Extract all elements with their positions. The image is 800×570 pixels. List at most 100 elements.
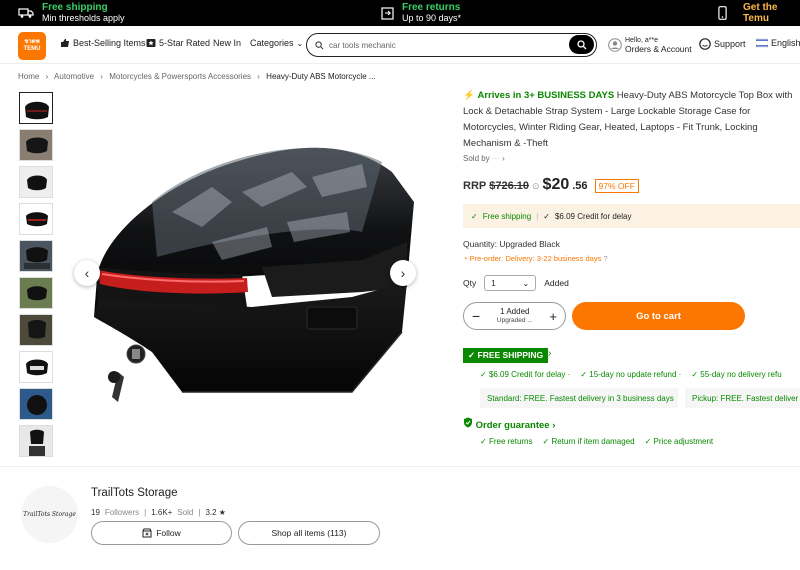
sold-by[interactable]: Sold by ··· › <box>463 154 505 163</box>
store-logo-text: TrailTots Storage <box>23 511 76 518</box>
quantity-variant[interactable]: Quantity: Upgraded Black <box>463 239 560 249</box>
guarantee-text: Return if item damaged <box>551 437 635 446</box>
free-shipping-promo[interactable]: Free shipping Min thresholds apply <box>18 0 125 26</box>
chevron-right-icon: › <box>400 265 406 281</box>
guarantee-item: ✓ Return if item damaged <box>543 437 635 446</box>
check-icon: ✓ <box>468 350 476 360</box>
divider <box>0 466 800 467</box>
thumbnail[interactable] <box>19 277 53 309</box>
product-title-block: ⚡ Arrives in 3+ BUSINESS DAYS Heavy-Duty… <box>463 88 793 152</box>
store-logo[interactable]: TrailTots Storage <box>21 486 78 543</box>
breadcrumb-automotive[interactable]: Automotive <box>54 72 94 81</box>
increment-button[interactable]: + <box>549 309 557 324</box>
thumbs-up-icon <box>61 39 69 47</box>
perk-text: 55-day no delivery refu <box>700 370 782 379</box>
perk-item: ✓ $6.09 Credit for delay · <box>480 370 571 379</box>
follow-button[interactable]: Follow <box>91 521 232 545</box>
shield-icon <box>464 417 472 428</box>
nav-best-selling[interactable]: Best-Selling Items <box>60 38 146 48</box>
standard-delivery[interactable]: Standard: FREE. Fastest delivery in 3 bu… <box>480 388 678 408</box>
sold-label: Sold <box>177 508 194 517</box>
thumbnail[interactable] <box>19 166 53 198</box>
thumbnail[interactable] <box>19 129 53 161</box>
free-shipping-text: Free shipping <box>482 211 532 221</box>
thumbnail[interactable] <box>19 425 53 457</box>
free-shipping-badge-text: FREE SHIPPING <box>477 350 544 360</box>
guarantee-item: ✓ Free returns <box>480 437 533 446</box>
return-icon <box>381 6 394 20</box>
free-returns-title: Free returns <box>402 2 461 13</box>
temu-logo[interactable]: ขวดพ TEMU <box>18 32 46 60</box>
free-shipping-sub: Min thresholds apply <box>42 13 125 23</box>
pickup-delivery[interactable]: Pickup: FREE. Fastest deliver <box>685 388 800 408</box>
search-icon <box>576 39 586 49</box>
qty-value: 1 <box>491 278 496 288</box>
qty-label: Qty <box>463 278 477 288</box>
qty-select[interactable]: 1 ⌄ <box>484 275 537 291</box>
nav-categories[interactable]: Categories ⌄ <box>250 38 303 48</box>
phone-icon <box>718 6 727 20</box>
site-header: ขวดพ TEMU Best-Selling Items 5-Star Rate… <box>0 26 800 64</box>
chevron-right-icon: › <box>548 348 552 359</box>
shipping-banner[interactable]: ✓ Free shipping | ✓ $6.09 Credit for del… <box>463 204 800 228</box>
decrement-button[interactable]: − <box>472 308 480 324</box>
search-button[interactable] <box>569 35 594 54</box>
thumbnail[interactable] <box>19 314 53 346</box>
promo-bar: Free shipping Min thresholds apply Free r… <box>0 0 800 26</box>
store-follow-icon <box>142 528 152 538</box>
main-product-image[interactable] <box>62 92 428 456</box>
thumbnail[interactable] <box>19 203 53 235</box>
thumbnail[interactable] <box>19 351 53 383</box>
check-icon: ✓ <box>480 437 489 446</box>
thumbnail[interactable] <box>19 240 53 272</box>
free-shipping-badge[interactable]: ✓ FREE SHIPPING <box>463 348 549 363</box>
account-menu[interactable]: Hello, a**e Orders & Account <box>608 36 692 54</box>
language-label: English <box>771 38 800 48</box>
order-guarantee-title: Order guarantee <box>475 420 550 431</box>
perk-text: $6.09 Credit for delay <box>488 370 566 379</box>
thumbnail[interactable] <box>19 388 53 420</box>
guarantee-text: Price adjustment <box>653 437 714 446</box>
info-icon: ⊙ <box>532 181 540 191</box>
nav-five-star[interactable]: 5-Star Rated <box>146 38 210 48</box>
get-app-promo[interactable]: Get the Temu <box>718 0 800 26</box>
perk-text: 15-day no update refund <box>589 370 677 379</box>
language-selector[interactable]: English <box>756 38 800 48</box>
nav-label: 5-Star Rated <box>159 38 211 48</box>
shop-all-label: Shop all items (113) <box>271 528 347 538</box>
free-shipping-title: Free shipping <box>42 2 108 13</box>
truck-icon <box>18 8 34 18</box>
search-bar[interactable]: car tools mechanic <box>306 33 597 57</box>
chevron-down-icon: ⌄ <box>296 38 304 48</box>
quantity-stepper[interactable]: − 1 Added Upgraded ... + <box>463 302 566 330</box>
go-to-cart-button[interactable]: Go to cart <box>572 302 745 330</box>
breadcrumb-home[interactable]: Home <box>18 72 39 81</box>
stepper-variant: Upgraded ... <box>496 317 533 324</box>
price-row: RRP $726.10 ⊙ $20.56 97% OFF <box>463 176 639 194</box>
support-link[interactable]: Support <box>699 38 746 50</box>
preorder-info[interactable]: ◔ Pre-order: Delivery: 3-22 business day… <box>463 254 608 263</box>
perk-item: ✓ 55-day no delivery refu <box>691 370 781 379</box>
nav-label: Best-Selling Items <box>73 38 146 48</box>
order-guarantee[interactable]: Order guarantee › <box>463 417 555 431</box>
chevron-left-icon: ‹ <box>84 265 90 281</box>
thumbnail[interactable] <box>19 92 53 124</box>
logo-top-text: ขวดพ <box>24 39 40 45</box>
store-name[interactable]: TrailTots Storage <box>91 487 178 499</box>
search-input[interactable]: car tools mechanic <box>329 41 396 50</box>
help-icon: ? <box>603 254 608 263</box>
breadcrumb-motorcycles[interactable]: Motorcycles & Powersports Accessories <box>109 72 251 81</box>
prev-image-button[interactable]: ‹ <box>74 260 100 286</box>
free-returns-promo[interactable]: Free returns Up to 90 days* <box>381 0 461 26</box>
chevron-right-icon: › <box>502 154 505 163</box>
nav-new-in[interactable]: New In <box>213 38 241 48</box>
credit-text: $6.09 Credit for delay <box>554 211 632 221</box>
logo-bottom-text: TEMU <box>23 46 41 52</box>
check-icon: ✓ <box>691 370 701 379</box>
rrp-label: RRP <box>463 180 487 192</box>
stepper-added: 1 Added <box>500 307 530 316</box>
shop-all-items-button[interactable]: Shop all items (113) <box>238 521 380 545</box>
support-label: Support <box>714 39 746 49</box>
account-label: Orders & Account <box>625 44 692 54</box>
next-image-button[interactable]: › <box>390 260 416 286</box>
